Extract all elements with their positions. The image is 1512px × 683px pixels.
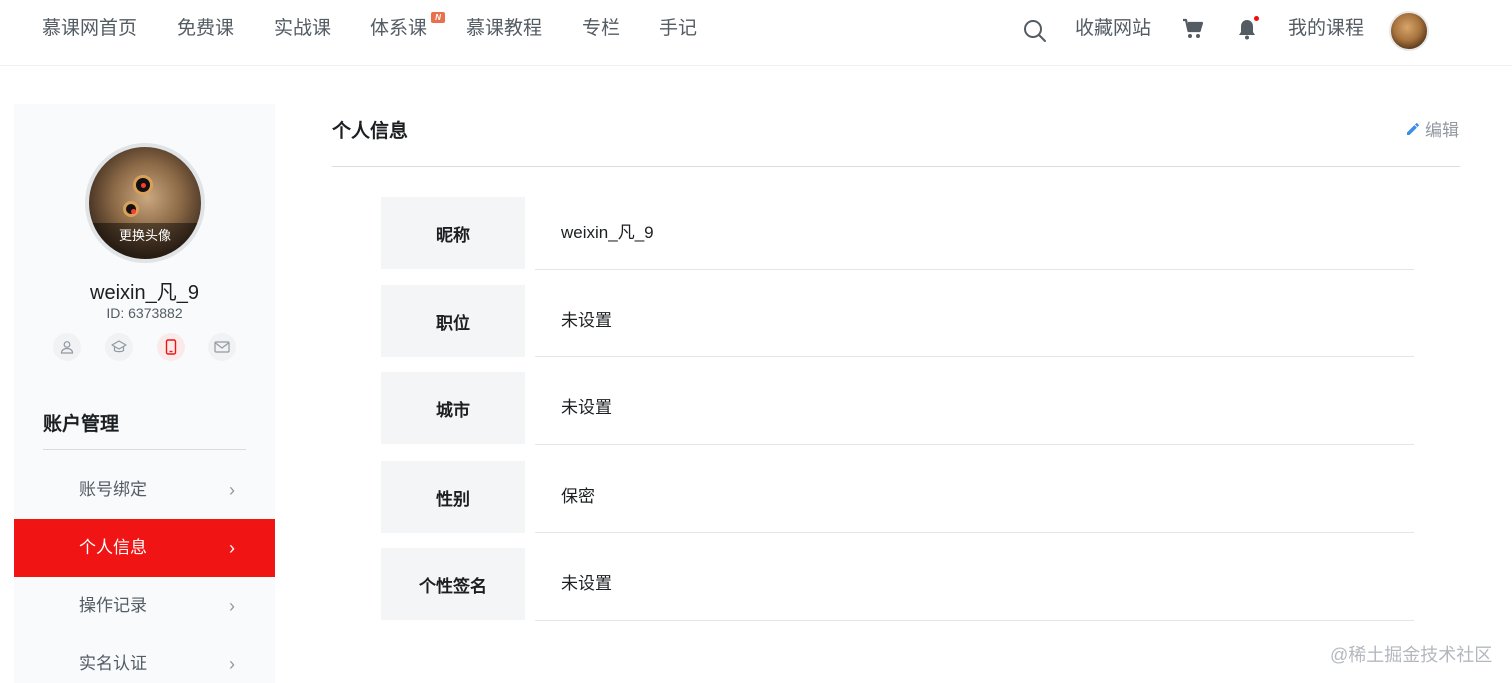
change-avatar-overlay[interactable]: 更换头像 [89, 223, 201, 259]
sidebar-item-label: 实名认证 [79, 654, 147, 673]
nav-columns[interactable]: 专栏 [582, 16, 620, 42]
field-value-nickname: weixin_凡_9 [561, 223, 654, 242]
nav-favorites[interactable]: 收藏网站 [1075, 16, 1151, 42]
field-label-signature: 个性签名 [381, 548, 525, 620]
field-label-gender: 性别 [381, 461, 525, 533]
field-value-city: 未设置 [561, 398, 612, 417]
chevron-right-icon: › [229, 596, 235, 616]
pencil-icon [1407, 122, 1419, 135]
field-label-city: 城市 [381, 372, 525, 444]
avatar-image-detail [133, 175, 153, 195]
new-badge: N [431, 12, 445, 23]
nav-tutorials[interactable]: 慕课教程 [466, 16, 542, 42]
avatar-image-detail-2 [123, 201, 139, 217]
nav-notes[interactable]: 手记 [659, 16, 697, 42]
chevron-right-icon: › [229, 480, 235, 500]
field-value-signature: 未设置 [561, 574, 612, 593]
sidebar-item-label: 个人信息 [79, 538, 147, 557]
user-icon[interactable] [53, 333, 81, 361]
sidebar-item-account-binding[interactable]: 账号绑定 › [14, 461, 275, 519]
sidebar: 更换头像 weixin_凡_9 ID: 6373882 账户管理 账号绑定 › … [14, 104, 275, 683]
sidebar-item-label: 操作记录 [79, 596, 147, 615]
sidebar-item-real-name-auth[interactable]: 实名认证 › [14, 635, 275, 683]
profile-username: weixin_凡_9 [90, 282, 199, 304]
nav-free-courses[interactable]: 免费课 [177, 16, 234, 42]
bell-icon[interactable] [1236, 17, 1258, 46]
sidebar-item-personal-info[interactable]: 个人信息 › [14, 519, 275, 577]
cart-icon[interactable] [1181, 17, 1205, 46]
sidebar-item-operation-log[interactable]: 操作记录 › [14, 577, 275, 635]
nav-practical-courses[interactable]: 实战课 [274, 16, 331, 42]
edit-button[interactable]: 编辑 [1405, 116, 1459, 141]
nav-my-courses[interactable]: 我的课程 [1288, 16, 1364, 42]
graduation-cap-icon[interactable] [105, 333, 133, 361]
watermark: @稀土掘金技术社区 [1330, 645, 1493, 665]
profile-user-id: ID: 6373882 [106, 305, 183, 321]
search-icon[interactable] [1022, 18, 1048, 49]
field-value-position: 未设置 [561, 311, 612, 330]
page-title: 个人信息 [332, 121, 409, 142]
notification-dot [1254, 16, 1259, 21]
row-divider [535, 620, 1414, 621]
title-divider [332, 166, 1460, 167]
user-avatar[interactable] [1389, 11, 1429, 51]
section-divider [43, 449, 246, 450]
profile-avatar[interactable]: 更换头像 [85, 143, 205, 263]
field-label-position: 职位 [381, 285, 525, 357]
row-divider [535, 532, 1414, 533]
phone-icon[interactable] [157, 333, 185, 361]
sidebar-item-label: 账号绑定 [79, 480, 147, 499]
mail-icon[interactable] [208, 333, 236, 361]
nav-home[interactable]: 慕课网首页 [42, 16, 137, 42]
edit-label: 编辑 [1425, 121, 1459, 140]
chevron-right-icon: › [229, 538, 235, 558]
row-divider [535, 356, 1414, 357]
row-divider [535, 269, 1414, 270]
top-navbar: 慕课网首页 免费课 实战课 体系课 N 慕课教程 专栏 手记 收藏网站 我的课程 [0, 0, 1512, 66]
field-value-gender: 保密 [561, 487, 595, 506]
chevron-right-icon: › [229, 654, 235, 674]
account-management-title: 账户管理 [43, 414, 120, 435]
row-divider [535, 444, 1414, 445]
nav-system-courses[interactable]: 体系课 [370, 16, 427, 42]
field-label-nickname: 昵称 [381, 197, 525, 269]
